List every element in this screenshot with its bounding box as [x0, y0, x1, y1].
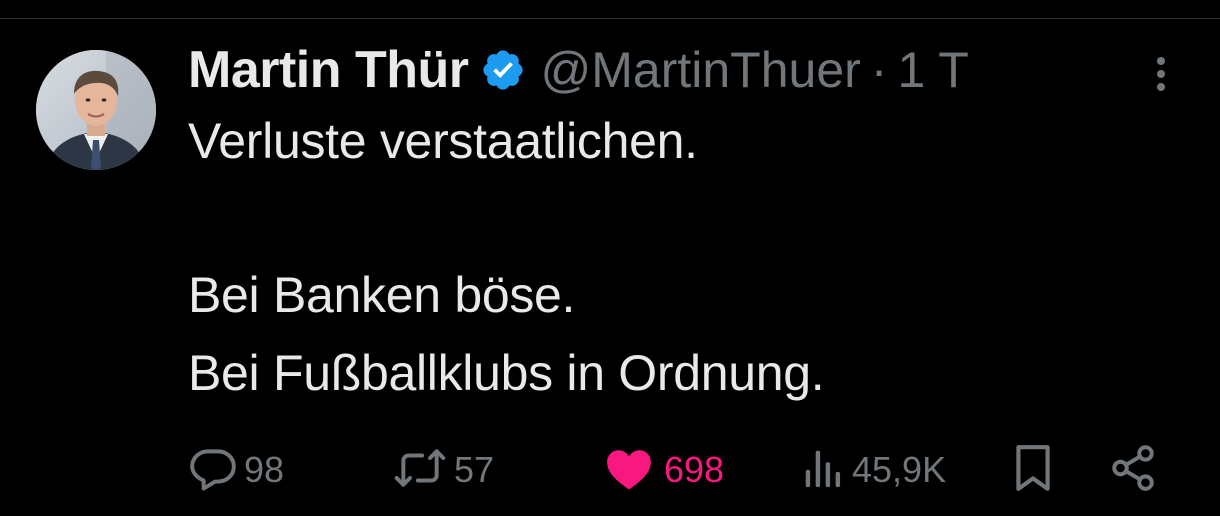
separator-dot: · [870, 42, 888, 98]
heart-icon [604, 445, 654, 496]
like-count: 698 [664, 449, 725, 490]
avatar[interactable] [36, 50, 156, 170]
action-bar: 98 57 698 45,9K [0, 440, 1220, 500]
reply-icon [188, 443, 238, 498]
tweet-text-line: Verluste verstaatlichen. [188, 113, 698, 169]
share-button[interactable] [1108, 440, 1158, 500]
bookmark-icon [1010, 443, 1056, 498]
views-icon [800, 445, 846, 496]
bookmark-button[interactable] [1010, 440, 1056, 500]
tweet-header: Martin Thür @MartinThuer · 1 T [188, 38, 969, 102]
tweet[interactable]: Martin Thür @MartinThuer · 1 T Verluste … [0, 0, 1220, 516]
reply-count: 98 [244, 449, 285, 490]
views-count: 45,9K [852, 449, 947, 490]
share-icon [1108, 443, 1158, 498]
repost-icon [392, 443, 448, 498]
tweet-text-line: Bei Banken böse. [188, 267, 576, 323]
display-name[interactable]: Martin Thür [188, 40, 469, 100]
like-button[interactable]: 698 [604, 440, 724, 500]
reply-button[interactable]: 98 [188, 440, 284, 500]
views-button[interactable]: 45,9K [800, 440, 946, 500]
handle[interactable]: @MartinThuer [540, 41, 860, 99]
repost-button[interactable]: 57 [392, 440, 494, 500]
tweet-text-line: Bei Fußballklubs in Ordnung. [188, 345, 825, 401]
verified-badge-icon[interactable] [480, 47, 526, 93]
repost-count: 57 [454, 449, 495, 490]
timestamp[interactable]: 1 T [897, 41, 968, 99]
more-icon[interactable] [1148, 54, 1174, 94]
